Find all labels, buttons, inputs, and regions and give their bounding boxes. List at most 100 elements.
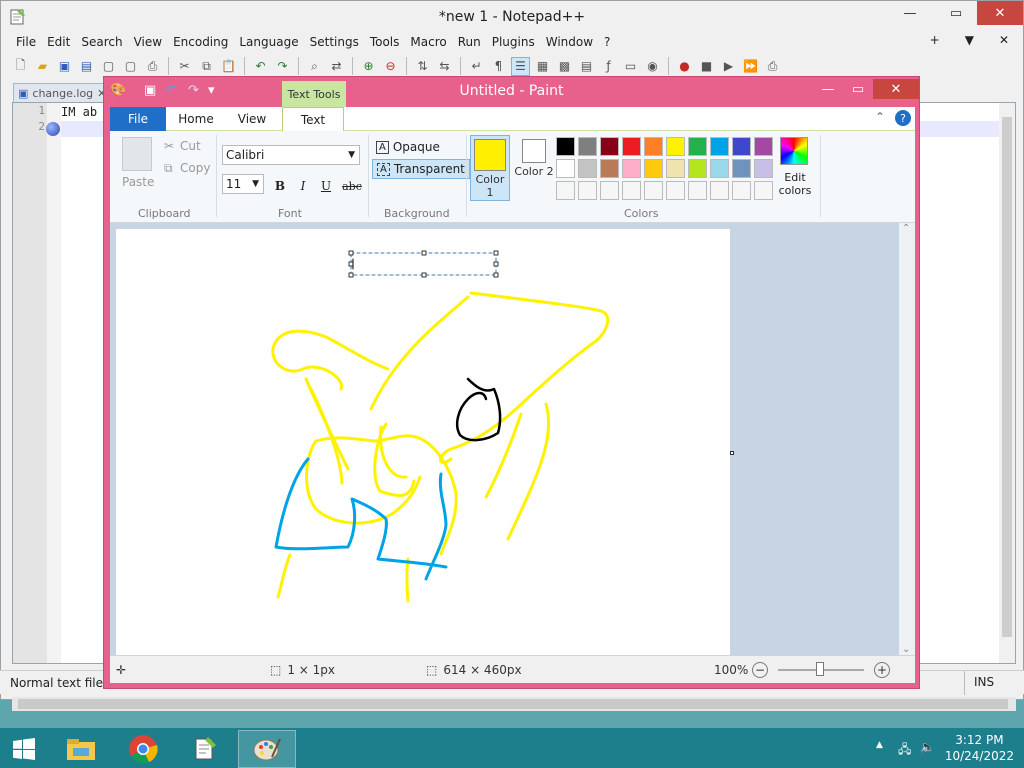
editor-vertical-scrollbar[interactable]: [999, 103, 1015, 663]
canvas-resize-handle[interactable]: [730, 451, 734, 455]
palette-swatch[interactable]: [666, 137, 685, 156]
custom-color-slot[interactable]: [710, 181, 729, 200]
customize-qat-icon[interactable]: ▾: [208, 83, 215, 98]
custom-color-slot[interactable]: [644, 181, 663, 200]
indent-guide-icon[interactable]: ☰: [511, 56, 530, 76]
italic-button[interactable]: I: [294, 177, 312, 195]
copy-button[interactable]: Copy: [180, 161, 210, 175]
copy-icon[interactable]: ⧉: [197, 57, 216, 76]
font-size-select[interactable]: 11 ▼: [222, 174, 264, 194]
tab-change-log[interactable]: ▣ change.log ✕: [13, 83, 112, 103]
custom-color-slot[interactable]: [556, 181, 575, 200]
new-tab-button[interactable]: +: [925, 33, 946, 47]
scrollbar-thumb[interactable]: [1002, 117, 1012, 637]
palette-swatch[interactable]: [578, 159, 597, 178]
paint-close-button[interactable]: ✕: [873, 79, 919, 99]
palette-swatch[interactable]: [754, 137, 773, 156]
save-icon[interactable]: ▣: [144, 83, 156, 98]
color2-selector[interactable]: Color 2: [514, 139, 554, 178]
menu-window[interactable]: Window: [541, 35, 599, 49]
paste-icon[interactable]: [122, 137, 152, 171]
close-all-icon[interactable]: ▢: [121, 57, 140, 76]
palette-swatch[interactable]: [710, 137, 729, 156]
menu-search[interactable]: Search: [76, 35, 128, 49]
copy-icon[interactable]: ⧉: [164, 161, 173, 176]
palette-swatch[interactable]: [578, 137, 597, 156]
palette-swatch[interactable]: [622, 159, 641, 178]
underline-button[interactable]: U: [317, 177, 335, 195]
font-family-select[interactable]: Calibri ▼: [222, 145, 360, 165]
palette-swatch[interactable]: [622, 137, 641, 156]
paint-minimize-button[interactable]: —: [813, 79, 843, 99]
folder-workspace-icon[interactable]: ▭: [621, 57, 640, 76]
taskbar-paint[interactable]: [238, 730, 296, 768]
tab-text[interactable]: Text: [282, 107, 344, 131]
palette-swatch[interactable]: [666, 159, 685, 178]
custom-color-slot[interactable]: [666, 181, 685, 200]
show-hidden-icons-button[interactable]: ▲: [876, 740, 883, 750]
word-wrap-icon[interactable]: ↵: [467, 57, 486, 76]
menu-settings[interactable]: Settings: [305, 35, 365, 49]
custom-color-slot[interactable]: [688, 181, 707, 200]
close-file-icon[interactable]: ▢: [99, 57, 118, 76]
menu-file[interactable]: File: [11, 35, 42, 49]
show-all-chars-icon[interactable]: ¶: [489, 57, 508, 76]
scroll-up-icon[interactable]: ⌃: [902, 223, 910, 234]
tab-view[interactable]: View: [224, 107, 280, 131]
open-file-icon[interactable]: ▰: [33, 57, 52, 76]
doc-map-icon[interactable]: ▩: [555, 57, 574, 76]
scroll-down-icon[interactable]: ⌄: [902, 644, 910, 655]
palette-swatch[interactable]: [600, 159, 619, 178]
transparent-button[interactable]: A Transparent: [372, 159, 470, 179]
redo-icon[interactable]: ↷: [273, 57, 292, 76]
sync-h-scroll-icon[interactable]: ⇆: [435, 57, 454, 76]
paint-app-icon[interactable]: 🎨: [110, 83, 126, 98]
tab-file[interactable]: File: [110, 107, 166, 131]
print-icon[interactable]: ⎙: [143, 57, 162, 76]
close-tab-button[interactable]: ✕: [994, 33, 1015, 47]
replace-icon[interactable]: ⇄: [327, 57, 346, 76]
function-list-icon[interactable]: ƒ: [599, 57, 618, 76]
npp-maximize-button[interactable]: ▭: [935, 1, 977, 25]
zoom-out-icon[interactable]: ⊖: [381, 57, 400, 76]
new-file-icon[interactable]: 🗋: [11, 57, 30, 76]
taskbar-clock[interactable]: 3:12 PM 10/24/2022: [945, 732, 1014, 764]
scrollbar-thumb[interactable]: [18, 699, 1008, 709]
network-icon[interactable]: 🖧: [898, 740, 911, 761]
custom-color-slot[interactable]: [600, 181, 619, 200]
menu-run[interactable]: Run: [453, 35, 487, 49]
help-icon[interactable]: ?: [895, 110, 911, 126]
cut-button[interactable]: Cut: [180, 139, 201, 153]
redo-icon[interactable]: ↷: [188, 83, 199, 98]
stop-macro-icon[interactable]: ■: [697, 57, 716, 76]
opaque-button[interactable]: A Opaque: [372, 137, 444, 157]
run-macro-multiple-icon[interactable]: ⏩: [741, 57, 760, 76]
sync-v-scroll-icon[interactable]: ⇅: [413, 57, 432, 76]
monitoring-icon[interactable]: ◉: [643, 57, 662, 76]
palette-swatch[interactable]: [688, 159, 707, 178]
canvas-vertical-scrollbar[interactable]: ⌃ ⌄: [899, 223, 915, 655]
palette-swatch[interactable]: [732, 137, 751, 156]
zoom-in-button[interactable]: +: [874, 662, 890, 678]
find-icon[interactable]: ⌕: [305, 57, 324, 76]
custom-color-slot[interactable]: [622, 181, 641, 200]
custom-color-slot[interactable]: [578, 181, 597, 200]
save-macro-icon[interactable]: ⎙: [763, 57, 782, 76]
menu-view[interactable]: View: [129, 35, 168, 49]
menu-tools[interactable]: Tools: [365, 35, 406, 49]
npp-horizontal-scrollbar[interactable]: [12, 697, 1016, 711]
menu-encoding[interactable]: Encoding: [168, 35, 234, 49]
palette-swatch[interactable]: [600, 137, 619, 156]
taskbar-notepadpp[interactable]: [176, 730, 234, 768]
palette-swatch[interactable]: [644, 159, 663, 178]
edit-colors-button[interactable]: Edit colors: [774, 171, 816, 197]
undo-icon[interactable]: ↶: [166, 83, 177, 98]
taskbar-file-explorer[interactable]: [52, 730, 110, 768]
palette-swatch[interactable]: [644, 137, 663, 156]
bookmark-icon[interactable]: [46, 122, 60, 136]
menu-macro[interactable]: Macro: [405, 35, 452, 49]
menu-edit[interactable]: Edit: [42, 35, 76, 49]
bold-button[interactable]: B: [271, 177, 289, 195]
zoom-in-icon[interactable]: ⊕: [359, 57, 378, 76]
edit-colors-icon[interactable]: [780, 137, 808, 165]
